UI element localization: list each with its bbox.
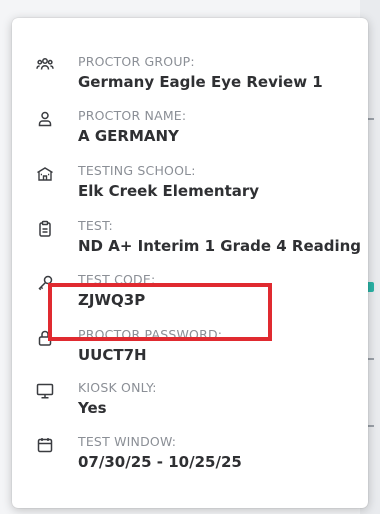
proctor-details-card: PROCTOR GROUP: Germany Eagle Eye Review … bbox=[12, 18, 368, 508]
detail-label: TESTING SCHOOL: bbox=[78, 163, 196, 178]
monitor-icon bbox=[36, 382, 54, 400]
detail-label: TEST: bbox=[78, 218, 113, 233]
screenshot: PROCTOR GROUP: Germany Eagle Eye Review … bbox=[0, 0, 380, 514]
detail-value: A GERMANY bbox=[78, 127, 179, 145]
detail-label: PROCTOR GROUP: bbox=[78, 54, 195, 69]
detail-value: Elk Creek Elementary bbox=[78, 182, 260, 200]
detail-row-testing-school: TESTING SCHOOL: Elk Creek Elementary bbox=[12, 161, 368, 207]
detail-label: TEST WINDOW: bbox=[78, 434, 177, 449]
detail-row-proctor-group: PROCTOR GROUP: Germany Eagle Eye Review … bbox=[12, 52, 368, 98]
detail-value: Germany Eagle Eye Review 1 bbox=[78, 73, 323, 91]
group-icon bbox=[36, 56, 54, 74]
detail-row-proctor-name: PROCTOR NAME: A GERMANY bbox=[12, 106, 368, 152]
clipboard-icon bbox=[36, 220, 54, 238]
test-code-highlight-box bbox=[48, 283, 272, 341]
detail-value: UUCT7H bbox=[78, 346, 147, 364]
school-icon bbox=[36, 165, 54, 183]
detail-value: ND A+ Interim 1 Grade 4 Reading bbox=[78, 237, 362, 255]
detail-row-test: TEST: ND A+ Interim 1 Grade 4 Reading bbox=[12, 216, 368, 262]
detail-row-kiosk-only: KIOSK ONLY: Yes bbox=[12, 378, 368, 424]
detail-row-test-window: TEST WINDOW: 07/30/25 - 10/25/25 bbox=[12, 432, 368, 478]
calendar-icon bbox=[36, 436, 54, 454]
detail-label: PROCTOR NAME: bbox=[78, 108, 187, 123]
person-icon bbox=[36, 110, 54, 128]
detail-label: KIOSK ONLY: bbox=[78, 380, 157, 395]
detail-value: Yes bbox=[78, 399, 107, 417]
detail-value: 07/30/25 - 10/25/25 bbox=[78, 453, 242, 471]
